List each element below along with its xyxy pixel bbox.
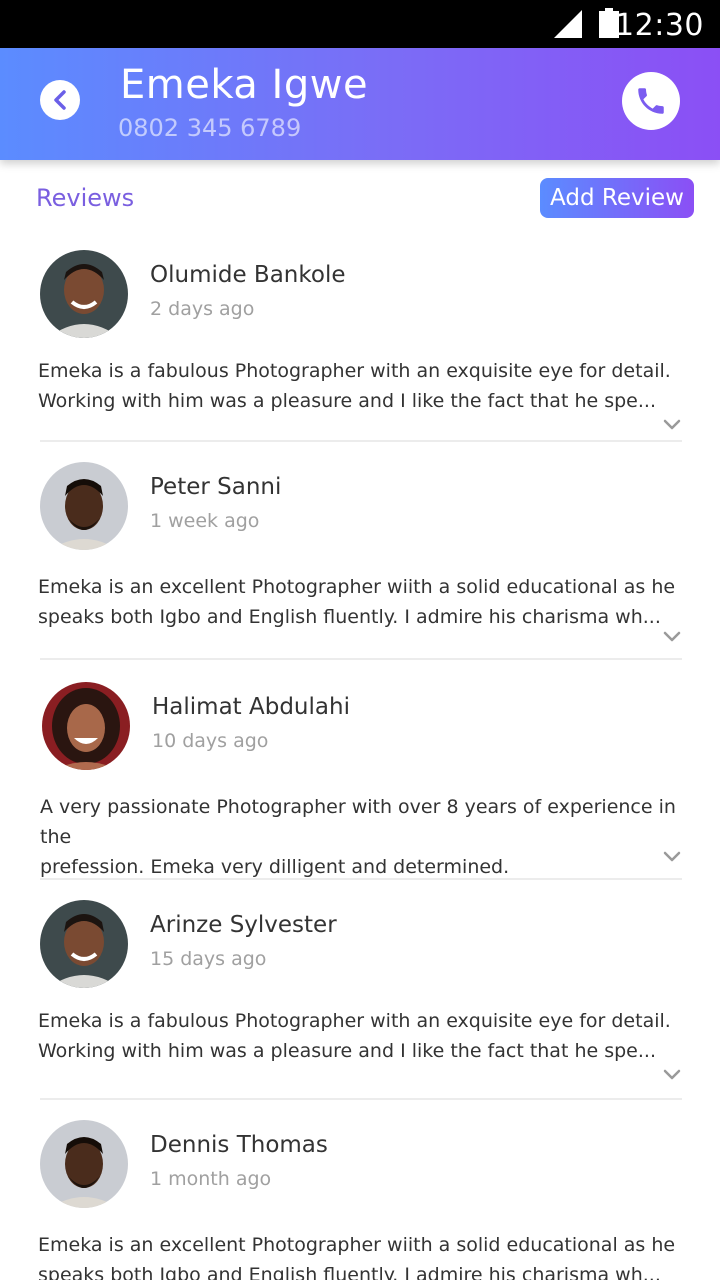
chevron-down-icon[interactable]: [662, 850, 682, 864]
chevron-down-icon[interactable]: [662, 630, 682, 644]
divider: [40, 440, 682, 442]
review-text: Emeka is an excellent Photographer wiith…: [38, 1230, 688, 1280]
chevron-left-icon: [54, 90, 66, 110]
review-time: 1 week ago: [150, 510, 260, 532]
avatar: [40, 250, 128, 338]
reviewer-name: Halimat Abdulahi: [152, 694, 350, 720]
avatar: [40, 462, 128, 550]
contact-name: Emeka Igwe: [120, 62, 369, 108]
back-button[interactable]: [40, 80, 80, 120]
review-text-line: Emeka is a fabulous Photographer with an…: [38, 360, 671, 382]
divider: [40, 1098, 682, 1100]
review-text-line: Emeka is an excellent Photographer wiith…: [38, 576, 676, 598]
call-button[interactable]: [622, 72, 680, 130]
avatar: [42, 682, 130, 770]
reviewer-name: Arinze Sylvester: [150, 912, 337, 938]
review-text-line: speaks both Igbo and English fluently. I…: [38, 606, 661, 628]
review-text: Emeka is a fabulous Photographer with an…: [38, 356, 688, 416]
reviews-heading: Reviews: [36, 184, 135, 212]
divider: [40, 658, 682, 660]
contact-header: Emeka Igwe 0802 345 6789: [0, 48, 720, 160]
review-text-line: Emeka is a fabulous Photographer with an…: [38, 1010, 671, 1032]
review-text-line: A very passionate Photographer with over…: [40, 796, 676, 848]
chevron-down-icon[interactable]: [662, 1068, 682, 1082]
reviewer-name: Dennis Thomas: [150, 1132, 328, 1158]
review-text-line: speaks both Igbo and English fluently. I…: [38, 1264, 661, 1280]
add-review-button[interactable]: Add Review: [540, 178, 694, 218]
review-time: 2 days ago: [150, 298, 255, 320]
contact-phone: 0802 345 6789: [118, 114, 302, 142]
review-text: A very passionate Photographer with over…: [40, 792, 690, 882]
status-bar: 12:30: [0, 0, 720, 48]
divider: [40, 878, 682, 880]
review-time: 10 days ago: [152, 730, 269, 752]
reviewer-name: Olumide Bankole: [150, 262, 346, 288]
status-time: 12:30: [615, 8, 704, 43]
avatar: [40, 1120, 128, 1208]
review-text: Emeka is a fabulous Photographer with an…: [38, 1006, 688, 1066]
signal-icon: [554, 10, 582, 38]
review-text-line: Working with him was a pleasure and I li…: [38, 1040, 656, 1062]
reviewer-name: Peter Sanni: [150, 474, 282, 500]
review-time: 15 days ago: [150, 948, 267, 970]
review-time: 1 month ago: [150, 1168, 272, 1190]
chevron-down-icon[interactable]: [662, 418, 682, 432]
phone-icon: [638, 88, 664, 114]
avatar: [40, 900, 128, 988]
review-text-line: Working with him was a pleasure and I li…: [38, 390, 656, 412]
review-text-line: Emeka is an excellent Photographer wiith…: [38, 1234, 676, 1256]
review-text: Emeka is an excellent Photographer wiith…: [38, 572, 688, 632]
